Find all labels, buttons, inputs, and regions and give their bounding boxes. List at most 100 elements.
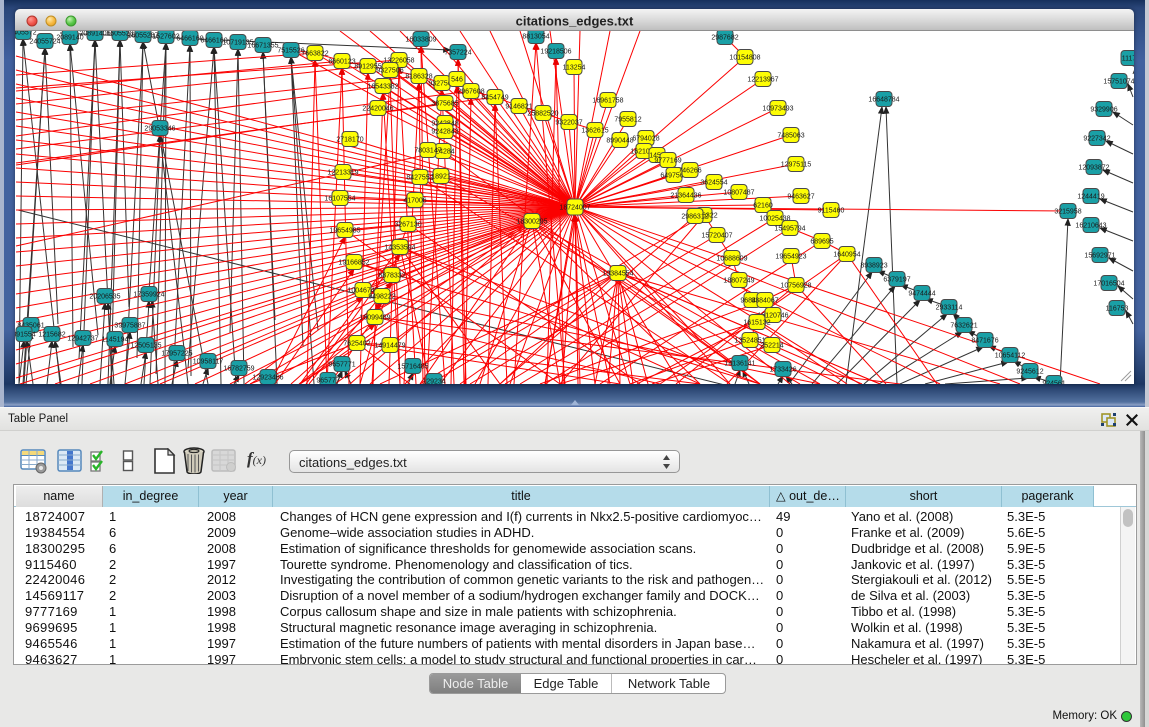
svg-text:2933114: 2933114 bbox=[936, 305, 963, 312]
svg-text:9245612: 9245612 bbox=[1016, 369, 1043, 376]
svg-text:10973493: 10973493 bbox=[762, 106, 793, 113]
svg-text:18724007: 18724007 bbox=[559, 205, 590, 212]
svg-text:1733426: 1733426 bbox=[769, 367, 796, 374]
svg-text:62160: 62160 bbox=[753, 203, 773, 210]
svg-text:16543382: 16543382 bbox=[367, 84, 398, 91]
svg-text:19654923: 19654923 bbox=[775, 254, 806, 261]
svg-text:9384067: 9384067 bbox=[751, 298, 778, 305]
svg-text:14914479: 14914479 bbox=[374, 343, 405, 350]
svg-text:391554: 391554 bbox=[15, 332, 36, 339]
svg-text:9474444: 9474444 bbox=[908, 291, 935, 298]
svg-text:6379197: 6379197 bbox=[883, 277, 910, 284]
svg-text:10688609: 10688609 bbox=[716, 256, 747, 263]
svg-text:15720407: 15720407 bbox=[701, 233, 732, 240]
svg-text:9329906: 9329906 bbox=[1090, 107, 1117, 114]
svg-text:8813054: 8813054 bbox=[522, 34, 549, 41]
svg-text:8454749: 8454749 bbox=[481, 95, 508, 102]
svg-text:9657771: 9657771 bbox=[328, 362, 355, 369]
svg-text:2986312: 2986312 bbox=[681, 214, 708, 221]
svg-text:20206535: 20206535 bbox=[89, 294, 120, 301]
svg-text:15495794: 15495794 bbox=[774, 226, 805, 233]
svg-text:3624554: 3624554 bbox=[700, 180, 727, 187]
svg-text:17957225: 17957225 bbox=[161, 351, 192, 358]
svg-text:1117: 1117 bbox=[1122, 56, 1134, 63]
svg-text:19654985: 19654985 bbox=[329, 228, 360, 235]
svg-text:14353594: 14353594 bbox=[384, 245, 415, 252]
svg-text:9322037: 9322037 bbox=[555, 120, 582, 127]
svg-text:1215682: 1215682 bbox=[38, 332, 65, 339]
svg-text:16107554: 16107554 bbox=[324, 196, 355, 203]
svg-text:1615132: 1615132 bbox=[743, 320, 770, 327]
svg-text:10154808: 10154808 bbox=[729, 55, 760, 62]
svg-text:16033809: 16033809 bbox=[405, 37, 436, 44]
svg-text:25882520: 25882520 bbox=[527, 111, 558, 118]
svg-text:9227342: 9227342 bbox=[1083, 136, 1110, 143]
svg-text:1362615: 1362615 bbox=[581, 128, 608, 135]
svg-text:16782759: 16782759 bbox=[223, 366, 254, 373]
svg-text:18921: 18921 bbox=[431, 174, 451, 181]
svg-text:14136141: 14136141 bbox=[724, 361, 755, 368]
svg-text:7632621: 7632621 bbox=[950, 323, 977, 330]
svg-text:16210643: 16210643 bbox=[1075, 223, 1106, 230]
svg-text:116753: 116753 bbox=[1106, 306, 1129, 313]
svg-text:16961758: 16961758 bbox=[592, 98, 623, 105]
svg-text:965777: 965777 bbox=[316, 378, 339, 385]
svg-text:2405572: 2405572 bbox=[15, 31, 37, 37]
svg-text:746266: 746266 bbox=[678, 168, 701, 175]
svg-text:10807487: 10807487 bbox=[723, 190, 754, 197]
svg-text:3215958: 3215958 bbox=[1054, 209, 1081, 216]
svg-text:15692971: 15692971 bbox=[1084, 253, 1115, 260]
svg-text:8427552: 8427552 bbox=[406, 175, 433, 182]
svg-text:1244419: 1244419 bbox=[1077, 194, 1104, 201]
svg-text:7803147: 7803147 bbox=[414, 148, 441, 155]
svg-text:9498222: 9498222 bbox=[368, 294, 395, 301]
svg-text:9777169: 9777169 bbox=[654, 158, 681, 165]
svg-text:1640954: 1640954 bbox=[833, 252, 860, 259]
svg-text:39975887: 39975887 bbox=[114, 323, 145, 330]
svg-text:7625402: 7625402 bbox=[343, 341, 370, 348]
svg-text:3267130: 3267130 bbox=[394, 222, 421, 229]
svg-text:7955812: 7955812 bbox=[614, 117, 641, 124]
svg-text:8471676: 8471676 bbox=[971, 338, 998, 345]
svg-text:18807249: 18807249 bbox=[723, 278, 754, 285]
svg-text:1145194: 1145194 bbox=[102, 337, 129, 344]
svg-text:15716485: 15716485 bbox=[397, 364, 428, 371]
svg-text:8990448: 8990448 bbox=[606, 138, 633, 145]
svg-text:22420046: 22420046 bbox=[362, 106, 393, 113]
svg-text:9146821: 9146821 bbox=[505, 104, 532, 111]
svg-text:10654112: 10654112 bbox=[995, 353, 1026, 360]
svg-text:21364436: 21364436 bbox=[670, 193, 701, 200]
svg-text:18300295: 18300295 bbox=[516, 219, 547, 226]
svg-text:19384554: 19384554 bbox=[602, 271, 633, 278]
svg-text:7485063: 7485063 bbox=[777, 133, 804, 140]
svg-text:2718170: 2718170 bbox=[336, 137, 363, 144]
svg-text:417006: 417006 bbox=[403, 198, 426, 205]
svg-text:8186328: 8186328 bbox=[405, 74, 432, 81]
svg-text:17016504: 17016504 bbox=[1093, 281, 1124, 288]
svg-text:12975115: 12975115 bbox=[781, 162, 812, 169]
svg-text:546: 546 bbox=[451, 77, 463, 84]
svg-text:12942737: 12942737 bbox=[67, 336, 98, 343]
svg-text:9463627: 9463627 bbox=[787, 194, 814, 201]
svg-text:129234: 129234 bbox=[422, 379, 445, 385]
svg-text:9115460: 9115460 bbox=[818, 208, 845, 215]
svg-text:12093872: 12093872 bbox=[1078, 165, 1109, 172]
svg-text:12213967: 12213967 bbox=[747, 77, 778, 84]
svg-text:7663822: 7663822 bbox=[301, 51, 328, 58]
svg-text:19218506: 19218506 bbox=[540, 49, 571, 56]
svg-text:12923466: 12923466 bbox=[252, 375, 283, 382]
svg-text:689695: 689695 bbox=[810, 239, 833, 246]
svg-text:16648784: 16648784 bbox=[868, 97, 899, 104]
svg-text:10756928: 10756928 bbox=[780, 283, 811, 290]
svg-text:29053346: 29053346 bbox=[144, 126, 175, 133]
svg-text:9327506: 9327506 bbox=[376, 68, 403, 75]
svg-text:2987682: 2987682 bbox=[711, 35, 738, 42]
svg-text:17359924: 17359924 bbox=[133, 292, 164, 299]
svg-text:8878332: 8878332 bbox=[378, 273, 405, 280]
svg-text:19166852: 19166852 bbox=[338, 260, 369, 267]
svg-text:252214: 252214 bbox=[760, 343, 783, 350]
svg-text:113254: 113254 bbox=[563, 65, 586, 72]
svg-text:3875685: 3875685 bbox=[431, 101, 458, 108]
svg-text:12505135: 12505135 bbox=[130, 343, 161, 350]
svg-text:16099489: 16099489 bbox=[359, 315, 390, 322]
